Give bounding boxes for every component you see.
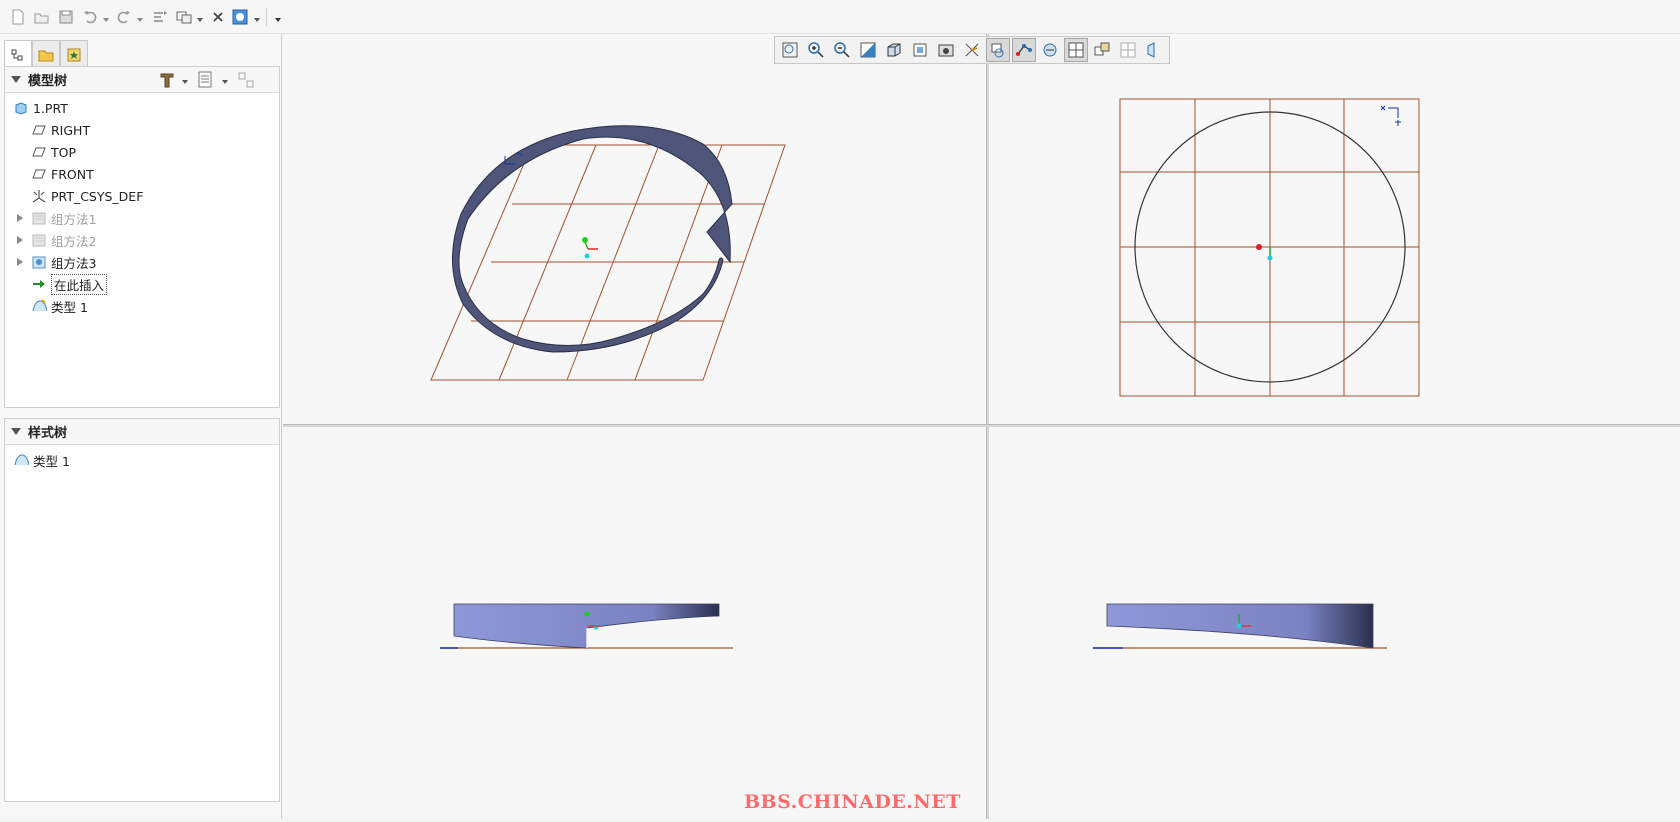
- redo-dropdown-icon[interactable]: [136, 13, 144, 22]
- view-manager-icon[interactable]: [1038, 38, 1062, 62]
- expand-icon[interactable]: [17, 214, 23, 222]
- copy-view-icon[interactable]: [1116, 38, 1140, 62]
- tree-item-group3[interactable]: 组方法3: [17, 251, 96, 273]
- expand-icon[interactable]: [17, 258, 23, 266]
- toolbar-separator: [266, 8, 267, 26]
- annotation-display-icon[interactable]: [1012, 38, 1036, 62]
- close-window-icon[interactable]: [208, 7, 228, 27]
- regenerate-icon[interactable]: [150, 7, 170, 27]
- spin-center-icon[interactable]: [986, 38, 1010, 62]
- customize-dropdown-icon[interactable]: [253, 13, 261, 22]
- undo-icon[interactable]: [80, 7, 100, 27]
- tree-item-label: 类型 1: [33, 453, 70, 469]
- expand-icon[interactable]: [17, 236, 23, 244]
- viewport-right[interactable]: [1093, 603, 1387, 649]
- csys-marker: [584, 611, 590, 617]
- tree-settings-icon[interactable]: [158, 71, 176, 93]
- style-icon: [13, 452, 29, 468]
- tab-favorites[interactable]: [60, 40, 88, 68]
- style-icon: [31, 298, 47, 314]
- tree-item-label: 组方法2: [51, 233, 97, 249]
- axis-label-marker: [1380, 105, 1401, 126]
- viewport-isometric[interactable]: [430, 125, 786, 381]
- csys-marker: [593, 624, 599, 630]
- tree-item-label: 在此插入: [51, 273, 108, 295]
- model-tree-header: 模型树: [5, 67, 279, 93]
- tree-item-csys[interactable]: PRT_CSYS_DEF: [31, 185, 143, 207]
- group-icon: [31, 210, 47, 226]
- csys-icon: [31, 188, 47, 204]
- tree-item-label: FRONT: [51, 166, 94, 182]
- tree-filter-icon[interactable]: [197, 71, 213, 93]
- style-tree-pane: 样式树 类型 1: [4, 418, 280, 802]
- datum-plane-icon: [31, 122, 47, 138]
- csys-marker: [1236, 623, 1242, 629]
- tree-filter-dropdown-icon[interactable]: [221, 75, 229, 90]
- tree-item-label: RIGHT: [51, 122, 91, 138]
- tree-item-front[interactable]: FRONT: [31, 163, 94, 185]
- origin-point: [1256, 244, 1262, 250]
- refit-icon[interactable]: [778, 38, 802, 62]
- tree-item-insert-here[interactable]: 在此插入: [31, 273, 108, 295]
- quick-access-toolbar: [0, 0, 1680, 34]
- windows-icon[interactable]: [174, 7, 194, 27]
- csys-marker: [1267, 255, 1273, 261]
- new-icon[interactable]: [8, 7, 28, 27]
- datum-plane-icon: [31, 166, 47, 182]
- tree-item-label: 类型 1: [51, 299, 88, 315]
- zoom-out-icon[interactable]: [830, 38, 854, 62]
- view-toolbar: [774, 36, 1170, 64]
- helical-band-surface[interactable]: [452, 125, 733, 353]
- repaint-icon[interactable]: [856, 38, 880, 62]
- part-icon: [13, 100, 29, 116]
- redo-icon[interactable]: [114, 7, 134, 27]
- style-tree-header: 样式树: [5, 419, 279, 445]
- more-commands-icon[interactable]: [274, 13, 282, 22]
- saved-views-icon[interactable]: [908, 38, 932, 62]
- watermark: BBS.CHINADE.NET: [744, 791, 961, 813]
- collapse-icon[interactable]: [11, 428, 21, 435]
- tab-folder-browser[interactable]: [32, 40, 60, 68]
- tree-item-group2[interactable]: 组方法2: [17, 229, 96, 251]
- four-views-icon[interactable]: [1064, 38, 1088, 62]
- viewport-front[interactable]: [440, 603, 733, 649]
- next-view-icon[interactable]: [1090, 38, 1114, 62]
- tree-columns-icon[interactable]: [237, 71, 255, 93]
- collapse-icon[interactable]: [11, 76, 21, 83]
- datum-display-icon[interactable]: [960, 38, 984, 62]
- viewport-top[interactable]: [1119, 98, 1420, 397]
- tree-item-right[interactable]: RIGHT: [31, 119, 90, 141]
- group-icon: [31, 232, 47, 248]
- customize-icon[interactable]: [230, 7, 250, 27]
- display-style-icon[interactable]: [882, 38, 906, 62]
- style-tree-title: 样式树: [28, 426, 68, 441]
- tree-settings-dropdown-icon[interactable]: [181, 75, 189, 90]
- tree-item-label: 1.PRT: [33, 100, 68, 116]
- style-tree-item[interactable]: 类型 1: [13, 449, 70, 471]
- save-icon[interactable]: [56, 7, 76, 27]
- open-icon[interactable]: [32, 7, 52, 27]
- undo-dropdown-icon[interactable]: [102, 13, 110, 22]
- model-tree-title: 模型树: [28, 74, 68, 89]
- tree-item-part[interactable]: 1.PRT: [13, 97, 68, 119]
- tree-item-group1[interactable]: 组方法1: [17, 207, 96, 229]
- group-icon: [31, 254, 47, 270]
- windows-dropdown-icon[interactable]: [196, 13, 204, 22]
- tree-item-label: 组方法1: [51, 211, 97, 227]
- navigator-panel: 模型树 1.PRT RIGHT TOP FRONT PRT_CSYS_DEF 组…: [0, 34, 282, 819]
- tree-item-label: PRT_CSYS_DEF: [51, 188, 144, 204]
- flip-icon[interactable]: [1142, 38, 1166, 62]
- named-view-icon[interactable]: [934, 38, 958, 62]
- tree-item-top[interactable]: TOP: [31, 141, 76, 163]
- tree-item-label: TOP: [51, 144, 77, 160]
- viewport-horizontal-divider[interactable]: [283, 424, 1680, 427]
- csys-marker: [582, 237, 598, 259]
- model-tree-pane: 模型树 1.PRT RIGHT TOP FRONT PRT_CSYS_DEF 组…: [4, 66, 280, 408]
- tree-item-style[interactable]: 类型 1: [31, 295, 88, 317]
- datum-plane-icon: [31, 144, 47, 160]
- zoom-in-icon[interactable]: [804, 38, 828, 62]
- insert-arrow-icon: [31, 276, 47, 292]
- tree-item-label: 组方法3: [51, 255, 97, 271]
